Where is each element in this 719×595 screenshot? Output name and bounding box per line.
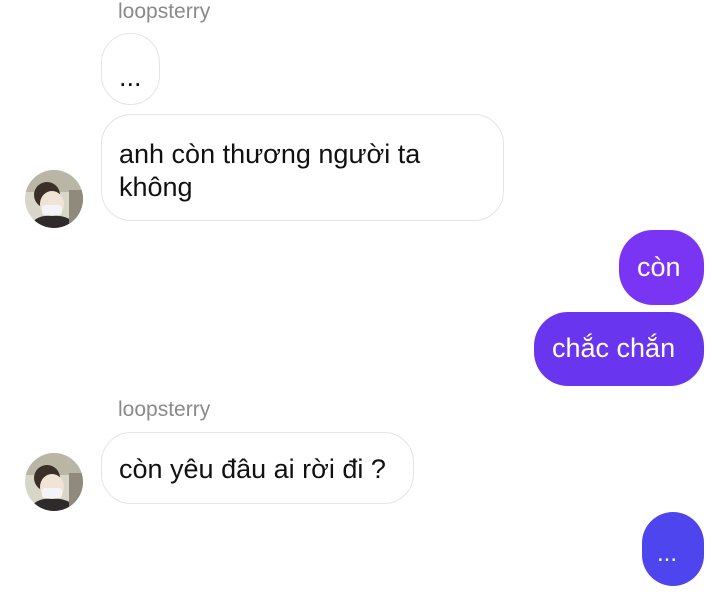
message-text: ... — [657, 540, 678, 567]
sender-name: loopsterry — [118, 398, 211, 421]
message-bubble-outgoing[interactable]: ... — [642, 512, 704, 586]
profile-photo-icon — [25, 453, 83, 511]
message-text: còn yêu đâu ai rời đi ? — [119, 454, 386, 484]
chat-thread: loopsterry ... anh còn thương người ta k… — [0, 0, 719, 595]
message-bubble-outgoing[interactable]: còn — [619, 230, 704, 305]
message-bubble-incoming[interactable]: ... — [101, 33, 160, 105]
message-text: còn — [637, 252, 681, 282]
avatar[interactable] — [25, 453, 83, 511]
avatar[interactable] — [25, 170, 83, 228]
message-bubble-incoming[interactable]: anh còn thương người ta không — [101, 114, 504, 221]
profile-photo-icon — [25, 170, 83, 228]
message-text: anh còn thương người ta không — [119, 139, 421, 202]
sender-name: loopsterry — [118, 0, 211, 23]
message-bubble-outgoing[interactable]: chắc chắn — [534, 312, 704, 386]
message-bubble-incoming[interactable]: còn yêu đâu ai rời đi ? — [101, 432, 414, 504]
message-text: chắc chắn — [552, 333, 676, 363]
message-text: ... — [119, 62, 142, 92]
